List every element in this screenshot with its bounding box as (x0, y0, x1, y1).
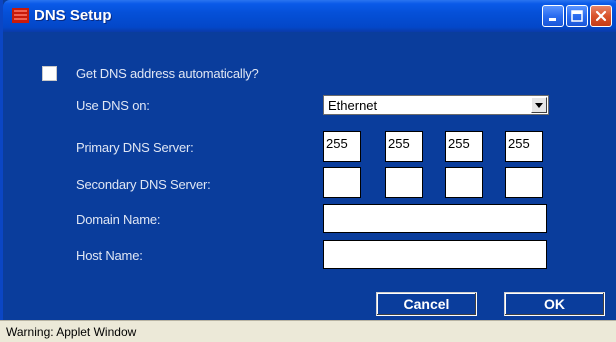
primary-dns-octet-4[interactable]: 255 (505, 131, 543, 162)
domain-name-field[interactable] (323, 204, 547, 233)
auto-dns-label: Get DNS address automatically? (76, 66, 259, 81)
cancel-button[interactable]: Cancel (376, 292, 477, 316)
dns-setup-window: DNS Setup Get DNS address automatically?… (0, 0, 616, 342)
primary-dns-octet-1[interactable]: 255 (323, 131, 361, 162)
close-icon (595, 10, 607, 22)
status-bar: Warning: Applet Window (0, 320, 616, 342)
secondary-dns-octet-3[interactable] (445, 167, 483, 198)
dialog-content: Get DNS address automatically? Use DNS o… (6, 32, 616, 320)
secondary-dns-octet-4[interactable] (505, 167, 543, 198)
host-name-field[interactable] (323, 240, 547, 269)
host-name-label: Host Name: (76, 248, 143, 263)
primary-dns-octet-2[interactable]: 255 (385, 131, 423, 162)
domain-name-label: Domain Name: (76, 212, 161, 227)
minimize-icon (549, 18, 556, 21)
minimize-button[interactable] (542, 5, 564, 27)
secondary-dns-label: Secondary DNS Server: (76, 177, 211, 192)
secondary-dns-octet-2[interactable] (385, 167, 423, 198)
use-dns-on-label: Use DNS on: (76, 98, 150, 113)
title-bar[interactable]: DNS Setup (3, 0, 616, 32)
use-dns-on-select[interactable]: Ethernet (323, 95, 549, 115)
auto-dns-checkbox[interactable] (42, 66, 57, 81)
maximize-button[interactable] (566, 5, 588, 27)
java-applet-icon (12, 8, 29, 23)
dropdown-button[interactable] (531, 97, 547, 113)
ok-button[interactable]: OK (504, 292, 605, 316)
use-dns-on-value: Ethernet (328, 98, 378, 113)
applet-warning-text: Warning: Applet Window (6, 325, 137, 339)
chevron-down-icon (535, 102, 543, 108)
close-button[interactable] (590, 5, 612, 27)
maximize-icon (571, 10, 583, 22)
secondary-dns-octet-1[interactable] (323, 167, 361, 198)
primary-dns-octet-3[interactable]: 255 (445, 131, 483, 162)
primary-dns-label: Primary DNS Server: (76, 140, 194, 155)
window-title: DNS Setup (34, 7, 112, 24)
